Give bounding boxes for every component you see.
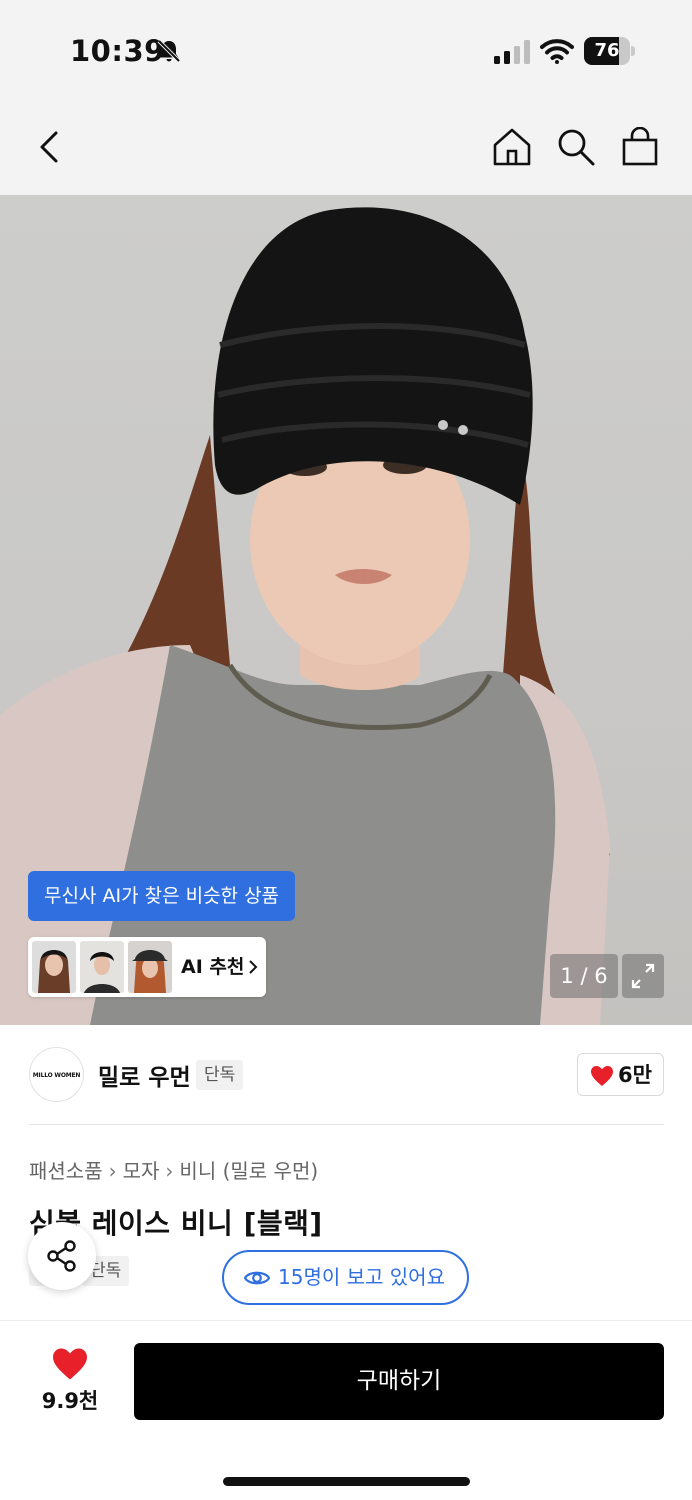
top-navigation [0, 100, 692, 195]
exclusive-badge: 단독 [196, 1060, 244, 1090]
eye-icon [244, 1271, 270, 1285]
status-bar: 10:39 76 [0, 0, 692, 100]
recommend-thumbnail[interactable] [80, 941, 124, 993]
share-icon [47, 1240, 76, 1272]
chevron-right-icon: › [165, 1159, 174, 1183]
brand-name[interactable]: 밀로 우먼 [98, 1058, 191, 1092]
recommend-thumbnail[interactable] [128, 941, 172, 993]
ai-recommend-label: AI 추천 [181, 956, 245, 978]
bell-mute-icon [157, 39, 181, 63]
bottom-purchase-bar: 9.9천 구매하기 [0, 1320, 692, 1500]
buy-button[interactable]: 구매하기 [134, 1343, 664, 1420]
ai-similar-banner[interactable]: 무신사 AI가 찾은 비슷한 상품 [28, 871, 296, 921]
home-icon[interactable] [492, 127, 532, 167]
breadcrumb-item[interactable]: 패션소품 [29, 1159, 103, 1183]
clock-time: 10:39 [70, 34, 165, 68]
image-pager: 1 / 6 [550, 954, 618, 998]
brand-logo[interactable]: MILLO WOMEN [29, 1047, 84, 1102]
viewers-count-pill: 15명이 보고 있어요 [222, 1250, 469, 1305]
battery-percent: 76 [594, 40, 620, 61]
heart-icon [591, 1066, 613, 1086]
chevron-right-icon [249, 960, 258, 974]
cellular-signal-icon [494, 40, 530, 64]
heart-icon[interactable] [51, 1347, 89, 1381]
viewers-count-text: 15명이 보고 있어요 [278, 1265, 445, 1289]
chevron-right-icon: › [108, 1159, 117, 1183]
divider [29, 1124, 664, 1125]
ai-recommend-card[interactable]: AI 추천 [28, 937, 266, 997]
shopping-bag-icon[interactable] [620, 127, 660, 167]
product-image-carousel[interactable]: 무신사 AI가 찾은 비슷한 상품 AI 추천 1 / 6 [0, 195, 692, 1025]
brand-like-button[interactable]: 6만 [577, 1053, 664, 1096]
breadcrumb-item[interactable]: 비니 (밀로 우먼) [179, 1159, 318, 1183]
share-button[interactable] [28, 1222, 96, 1290]
search-icon[interactable] [556, 127, 596, 167]
product-like-count: 9.9천 [41, 1389, 99, 1413]
battery-indicator: 76 [584, 37, 636, 65]
home-indicator [223, 1477, 470, 1486]
wifi-icon [540, 39, 574, 64]
expand-icon[interactable] [622, 954, 664, 998]
back-icon[interactable] [32, 127, 72, 167]
brand-like-count: 6만 [618, 1063, 652, 1087]
breadcrumb: 패션소품 › 모자 › 비니 (밀로 우먼) [29, 1155, 318, 1184]
recommend-thumbnail[interactable] [32, 941, 76, 993]
breadcrumb-item[interactable]: 모자 [123, 1159, 160, 1183]
